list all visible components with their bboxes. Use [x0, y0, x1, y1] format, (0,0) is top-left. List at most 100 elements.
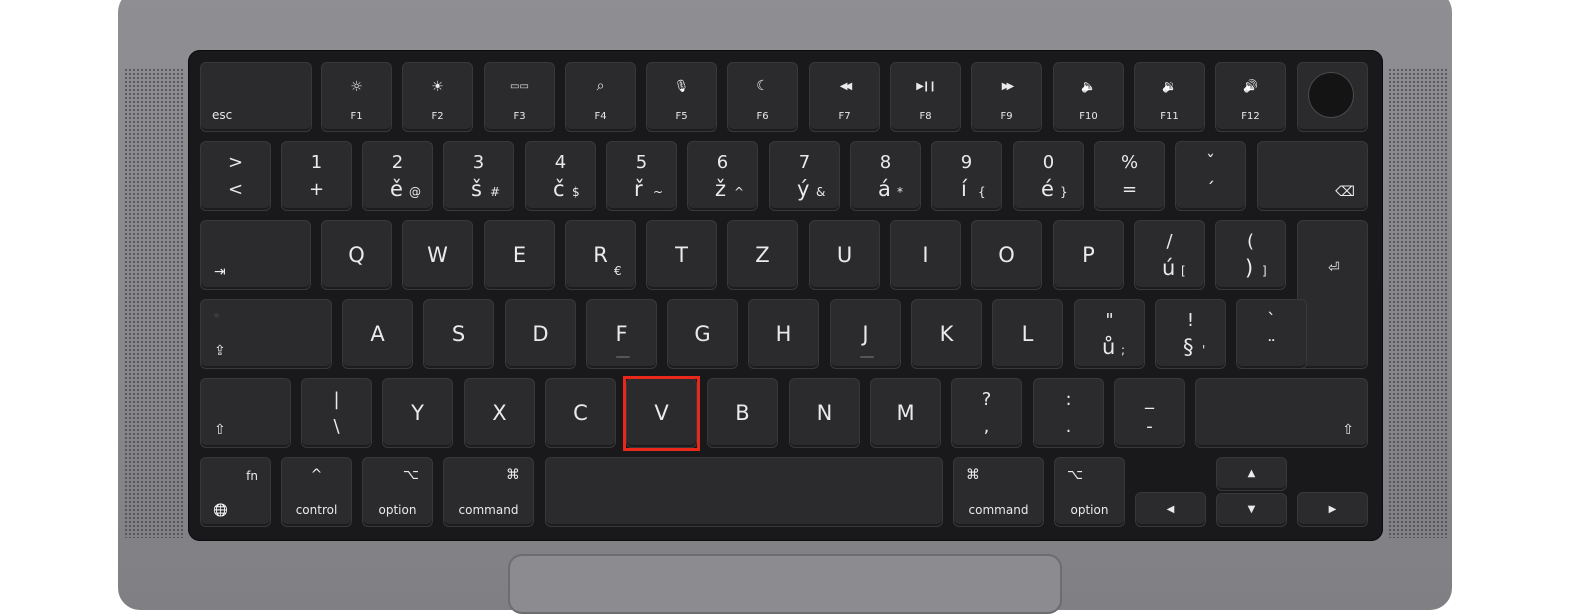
key-i[interactable]: I — [890, 220, 961, 290]
key-9[interactable]: 9 í { — [931, 141, 1002, 211]
key-d[interactable]: D — [505, 299, 576, 369]
key-arrow-up[interactable]: ▲ — [1216, 457, 1287, 491]
key-f3[interactable]: ▭▭ F3 — [484, 62, 555, 132]
key-command-left[interactable]: ⌘ command — [443, 457, 534, 527]
key-touch-id[interactable] — [1297, 62, 1368, 132]
key-o[interactable]: O — [971, 220, 1042, 290]
key-f[interactable]: F — [586, 299, 657, 369]
key-g[interactable]: G — [667, 299, 738, 369]
key-f10[interactable]: 🔈 F10 — [1053, 62, 1124, 132]
trackpad[interactable] — [508, 554, 1062, 614]
key-label-bottom: § — [1183, 335, 1194, 359]
key-delete[interactable]: ⌫ — [1257, 141, 1368, 211]
touch-id-sensor[interactable] — [1309, 73, 1353, 117]
key-6[interactable]: 6 ž ^ — [687, 141, 758, 211]
key-arrow-left[interactable]: ◀ — [1135, 492, 1206, 527]
key-pipe-backslash[interactable]: | \ — [301, 378, 372, 448]
key-label-top: " — [1105, 310, 1114, 331]
key-u-acute[interactable]: / ú [ — [1134, 220, 1205, 290]
key-4[interactable]: 4 č $ — [525, 141, 596, 211]
key-x[interactable]: X — [464, 378, 535, 448]
key-l[interactable]: L — [992, 299, 1063, 369]
key-command-right[interactable]: ⌘ command — [953, 457, 1044, 527]
key-fn-globe[interactable]: fn 🌐 — [200, 457, 271, 527]
key-label: F6 — [756, 111, 769, 122]
key-c[interactable]: C — [545, 378, 616, 448]
key-shift-left[interactable]: ⇧ — [200, 378, 291, 448]
key-label-top: : — [1065, 389, 1072, 410]
key-label: O — [998, 243, 1015, 267]
key-0[interactable]: 0 é } — [1013, 141, 1084, 211]
key-caps-lock[interactable]: ⇪ — [200, 299, 332, 369]
key-label: R — [593, 243, 608, 267]
key-w[interactable]: W — [402, 220, 473, 290]
moon-icon: ☾ — [756, 78, 769, 94]
key-label-top: / — [1166, 231, 1173, 252]
key-label-bottom: ř — [634, 177, 643, 201]
key-option-left[interactable]: ⌥ option — [362, 457, 433, 527]
key-u[interactable]: U — [809, 220, 880, 290]
key-y[interactable]: Y — [382, 378, 453, 448]
key-angle-brackets[interactable]: > < — [200, 141, 271, 211]
key-f4[interactable]: ⌕ F4 — [565, 62, 636, 132]
key-m[interactable]: M — [870, 378, 941, 448]
key-q[interactable]: Q — [321, 220, 392, 290]
key-f11[interactable]: 🔉 F11 — [1134, 62, 1205, 132]
key-f6[interactable]: ☾ F6 — [727, 62, 798, 132]
key-caron-acute[interactable]: ˇ ´ — [1175, 141, 1246, 211]
key-j[interactable]: J — [830, 299, 901, 369]
key-f7[interactable]: ◀◀ F7 — [809, 62, 880, 132]
key-f2[interactable]: ☀ F2 — [402, 62, 473, 132]
key-backtick-diaeresis[interactable]: ` ¨ — [1236, 299, 1307, 369]
key-percent[interactable]: % = — [1094, 141, 1165, 211]
key-k[interactable]: K — [911, 299, 982, 369]
key-question-comma[interactable]: ? , — [951, 378, 1022, 448]
key-n[interactable]: N — [789, 378, 860, 448]
key-f8[interactable]: ▶❙❙ F8 — [890, 62, 961, 132]
caps-lock-icon: ⇪ — [214, 343, 226, 359]
key-f5[interactable]: 🎙 F5 — [646, 62, 717, 132]
key-7[interactable]: 7 ý & — [769, 141, 840, 211]
key-space[interactable] — [545, 457, 943, 527]
key-arrow-right[interactable]: ▶ — [1297, 492, 1368, 527]
key-a[interactable]: A — [342, 299, 413, 369]
key-1[interactable]: 1 + — [281, 141, 352, 211]
key-p[interactable]: P — [1053, 220, 1124, 290]
key-underscore-hyphen[interactable]: _ - — [1114, 378, 1185, 448]
key-return[interactable]: ⏎ — [1297, 220, 1368, 369]
key-8[interactable]: 8 á * — [850, 141, 921, 211]
key-r[interactable]: R € — [565, 220, 636, 290]
key-control[interactable]: ^ control — [281, 457, 352, 527]
key-arrow-down[interactable]: ▼ — [1216, 493, 1287, 527]
delete-icon: ⌫ — [1335, 184, 1355, 200]
key-5[interactable]: 5 ř ~ — [606, 141, 677, 211]
key-u-ring[interactable]: " ů ; — [1074, 299, 1145, 369]
key-label: C — [573, 401, 588, 425]
key-label-bottom: ú — [1162, 256, 1176, 280]
key-s[interactable]: S — [423, 299, 494, 369]
key-t[interactable]: T — [646, 220, 717, 290]
key-shift-right[interactable]: ⇧ — [1195, 378, 1368, 448]
key-parenthesis[interactable]: ( ) ] — [1215, 220, 1286, 290]
key-colon-period[interactable]: : . — [1033, 378, 1104, 448]
key-e[interactable]: E — [484, 220, 555, 290]
key-label-top: 8 — [879, 152, 892, 173]
key-label-top: | — [333, 389, 340, 410]
key-f12[interactable]: 🔊 F12 — [1215, 62, 1286, 132]
option-icon: ⌥ — [402, 467, 419, 483]
key-label-bottom: , — [983, 416, 990, 437]
key-h[interactable]: H — [748, 299, 819, 369]
key-tab[interactable]: ⇥ — [200, 220, 311, 290]
key-section[interactable]: ! § ' — [1155, 299, 1226, 369]
key-2[interactable]: 2 ě @ — [362, 141, 433, 211]
key-b[interactable]: B — [707, 378, 778, 448]
key-3[interactable]: 3 š # — [443, 141, 514, 211]
key-option-right[interactable]: ⌥ option — [1054, 457, 1125, 527]
arrow-down-icon: ▼ — [1247, 504, 1256, 515]
microphone-icon: 🎙 — [673, 79, 690, 93]
key-z[interactable]: Z — [727, 220, 798, 290]
key-esc[interactable]: esc — [200, 62, 312, 132]
key-label: command — [968, 503, 1029, 517]
key-f1[interactable]: ☼ F1 — [321, 62, 392, 132]
key-f9[interactable]: ▶▶ F9 — [971, 62, 1042, 132]
